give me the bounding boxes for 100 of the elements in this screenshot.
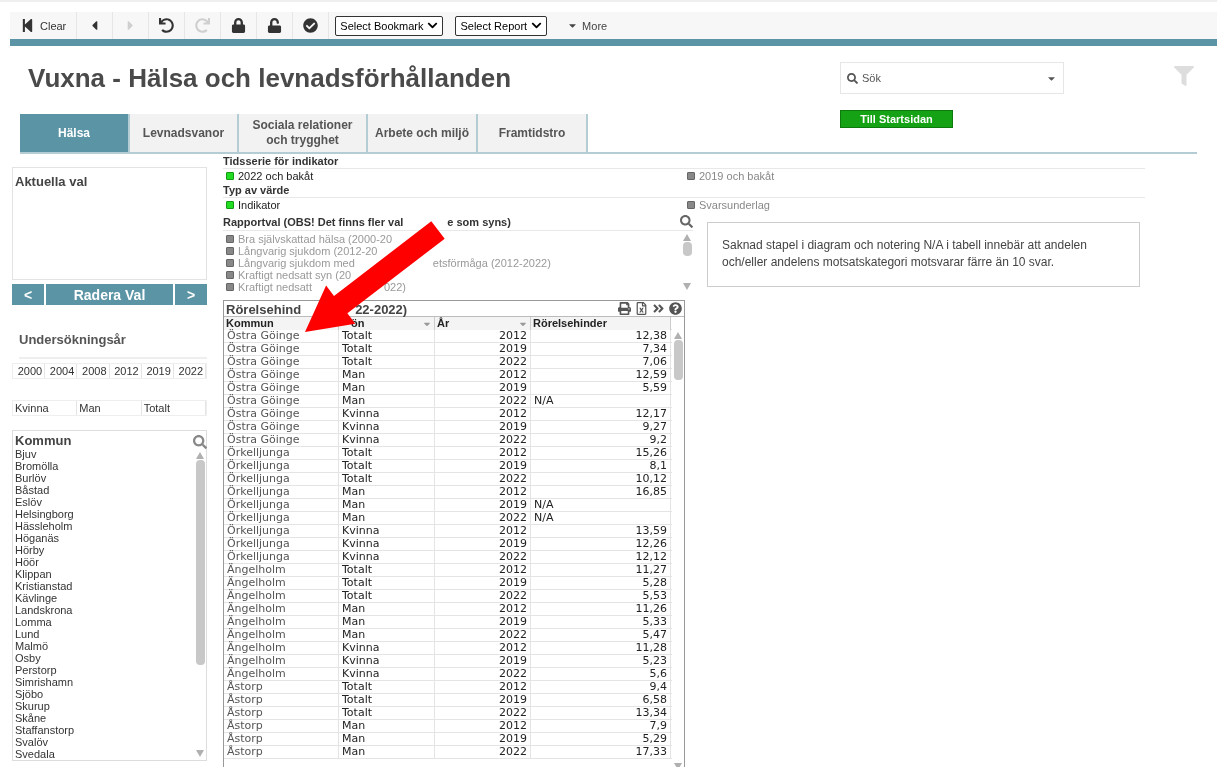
filter-option[interactable]: 2022 och bakåt: [223, 170, 684, 182]
table-cell: Totalt: [339, 681, 435, 693]
nav-tab[interactable]: Sociala relationer och trygghet: [239, 114, 368, 152]
scrollbar[interactable]: [194, 433, 206, 758]
table-cell: Örkelljunga: [224, 447, 339, 459]
municipality-item[interactable]: Höör: [15, 556, 194, 568]
option-marker: [226, 283, 234, 291]
municipality-item[interactable]: Sjöbo: [15, 688, 194, 700]
scrollbar-thumb[interactable]: [682, 242, 692, 256]
table-cell: 12,12: [531, 551, 671, 563]
scrollbar[interactable]: [672, 331, 684, 767]
municipality-item[interactable]: Lomma: [15, 616, 194, 628]
table-cell: 13,59: [531, 525, 671, 537]
municipality-item[interactable]: Svedala: [15, 748, 194, 760]
year-option[interactable]: 2012: [109, 364, 142, 378]
table-cell: Örkelljunga: [224, 538, 339, 550]
option-label: 2022 och bakåt: [238, 170, 314, 182]
nav-tab[interactable]: Levnadsvanor: [130, 114, 239, 152]
print-icon[interactable]: [618, 302, 631, 315]
year-option[interactable]: 2019: [141, 364, 174, 378]
column-header[interactable]: År: [435, 317, 531, 330]
table-cell: Totalt: [339, 473, 435, 485]
table-cell: 10,12: [531, 473, 671, 485]
search-icon[interactable]: [680, 214, 693, 228]
filter-option[interactable]: Indikator: [223, 199, 684, 211]
municipality-item[interactable]: Bjuv: [15, 448, 194, 460]
municipality-item[interactable]: Osby: [15, 652, 194, 664]
municipality-item[interactable]: Svalöv: [15, 736, 194, 748]
municipality-item[interactable]: Burlöv: [15, 472, 194, 484]
search-field[interactable]: Sök: [840, 62, 1064, 94]
table-cell: 5,53: [531, 590, 671, 602]
table-cell: 2022: [435, 512, 531, 524]
gender-option[interactable]: Man: [77, 401, 142, 415]
table-cell: 2012: [435, 369, 531, 381]
table-cell: Totalt: [339, 577, 435, 589]
municipality-item[interactable]: Kävlinge: [15, 592, 194, 604]
municipality-item[interactable]: Skurup: [15, 700, 194, 712]
municipality-item[interactable]: Malmö: [15, 640, 194, 652]
table-cell: Örkelljunga: [224, 473, 339, 485]
municipality-item[interactable]: Hörby: [15, 544, 194, 556]
table-cell: Örkelljunga: [224, 551, 339, 563]
table-cell: Kvinna: [339, 642, 435, 654]
export-icon[interactable]: [635, 302, 648, 315]
unlock-icon: [267, 18, 283, 33]
municipality-item[interactable]: Eslöv: [15, 496, 194, 508]
scroll-down-icon[interactable]: [683, 283, 691, 290]
table-cell: 5,23: [531, 655, 671, 667]
table-cell: 2019: [435, 577, 531, 589]
more-button[interactable]: More: [561, 18, 614, 33]
filter-option[interactable]: 2019 och bakåt: [684, 170, 1145, 182]
municipality-item[interactable]: Klippan: [15, 568, 194, 580]
municipality-item[interactable]: Staffanstorp: [15, 724, 194, 736]
table-cell: Ängelholm: [224, 668, 339, 680]
table-cell: Ängelholm: [224, 655, 339, 667]
scroll-down-icon[interactable]: [674, 763, 682, 767]
table-cell: Kvinna: [339, 421, 435, 433]
municipality-item[interactable]: Lund: [15, 628, 194, 640]
table-cell: N/A: [531, 395, 671, 407]
table-cell: 2022: [435, 707, 531, 719]
table-cell: Totalt: [339, 564, 435, 576]
municipality-item[interactable]: Helsingborg: [15, 508, 194, 520]
municipality-item[interactable]: Bromölla: [15, 460, 194, 472]
table-cell: Man: [339, 629, 435, 641]
report-dropdown[interactable]: Select Bookmark: [335, 15, 444, 36]
municipality-item[interactable]: Simrishamn: [15, 676, 194, 688]
column-header[interactable]: Rörelsehinder: [531, 317, 671, 330]
option-label: Svarsunderlag: [699, 199, 770, 211]
gender-option[interactable]: Kvinna: [13, 401, 78, 415]
year-option[interactable]: 2000: [13, 364, 46, 378]
option-marker: [226, 247, 234, 255]
search-icon[interactable]: [193, 435, 207, 449]
option-label: 2019 och bakåt: [699, 170, 775, 182]
scrollbar-thumb[interactable]: [195, 460, 205, 665]
table-cell: Örkelljunga: [224, 486, 339, 498]
filter-icon[interactable]: [1174, 66, 1194, 86]
scrollbar-thumb[interactable]: [673, 340, 683, 380]
year-option[interactable]: 2004: [45, 364, 78, 378]
scroll-down-icon[interactable]: [196, 750, 204, 757]
municipality-item[interactable]: Höganäs: [15, 532, 194, 544]
nav-tab[interactable]: Arbete och miljö: [368, 114, 478, 152]
gender-option[interactable]: Totalt: [141, 401, 206, 415]
municipality-item[interactable]: Båstad: [15, 484, 194, 496]
nav-tab[interactable]: Framtidstro: [478, 114, 588, 152]
scrollbar[interactable]: [681, 233, 693, 291]
year-option[interactable]: 2008: [77, 364, 110, 378]
municipality-item[interactable]: Kristianstad: [15, 580, 194, 592]
table-cell: Man: [339, 616, 435, 628]
municipality-item[interactable]: Perstorp: [15, 664, 194, 676]
double-chevron-icon[interactable]: [652, 302, 665, 315]
year-option[interactable]: 2022: [173, 364, 207, 378]
table-cell: 11,28: [531, 642, 671, 654]
municipality-item[interactable]: Skåne: [15, 712, 194, 724]
table-cell: 2012: [435, 681, 531, 693]
municipality-item[interactable]: Hässleholm: [15, 520, 194, 532]
report-dropdown[interactable]: Select Report: [455, 15, 548, 36]
table-cell: Totalt: [339, 694, 435, 706]
municipality-item[interactable]: Landskrona: [15, 604, 194, 616]
table-cell: Östra Göinge: [224, 369, 339, 381]
filter-option[interactable]: Svarsunderlag: [684, 199, 1145, 211]
help-icon[interactable]: [669, 302, 682, 315]
